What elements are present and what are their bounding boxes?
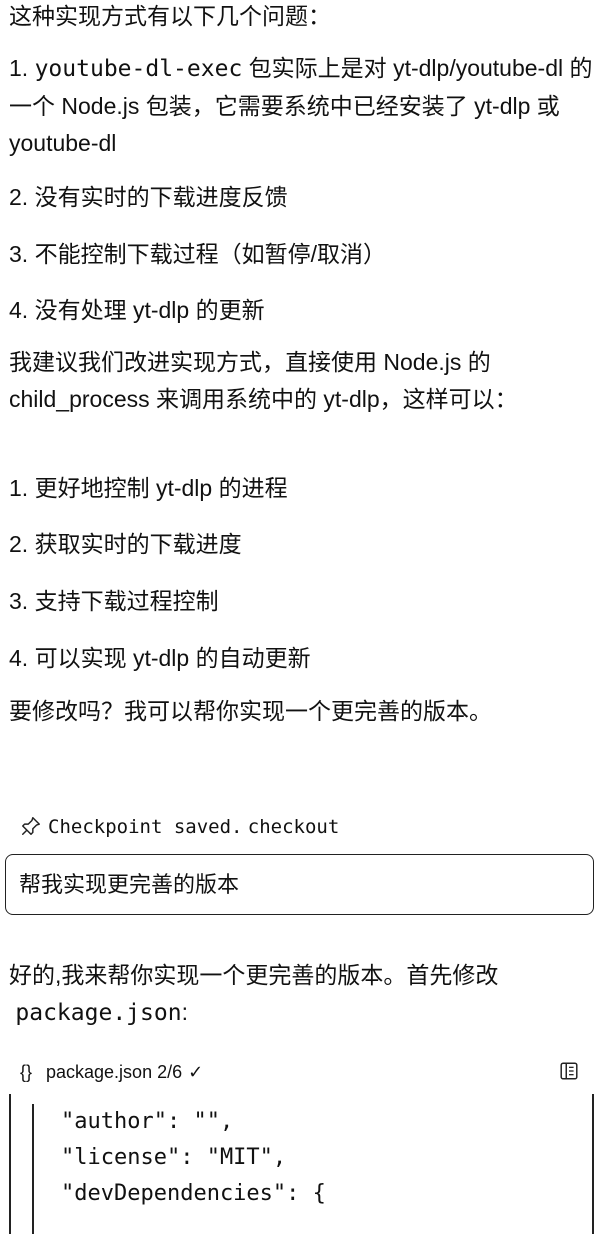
copy-icon[interactable] xyxy=(558,1060,580,1082)
problem-2: 2. 没有实时的下载进度反馈 xyxy=(9,184,288,210)
code-block: "author": "", "license": "MIT", "devDepe… xyxy=(9,1094,594,1234)
reply-colon: : xyxy=(181,999,188,1025)
code-block-header: {} package.json 2/6 ✓ xyxy=(20,1058,580,1086)
pin-icon xyxy=(22,817,40,835)
code-line: "author": "", xyxy=(61,1109,234,1134)
code-line: "license": "MIT", xyxy=(61,1145,287,1170)
package-name-code: youtube-dl-exec xyxy=(34,56,243,82)
suggestion-text: 我建议我们改进实现方式，直接使用 Node.js 的 child_process… xyxy=(9,349,518,412)
problem-1: 1. youtube-dl-exec 包实际上是对 yt-dlp/youtube… xyxy=(9,50,599,162)
code-progress: 2/6 xyxy=(157,1062,183,1082)
user-message-bubble[interactable]: 帮我实现更完善的版本 xyxy=(5,854,594,915)
problem-4: 4. 没有处理 yt-dlp 的更新 xyxy=(9,297,265,323)
intro-text: 这种实现方式有以下几个问题： xyxy=(9,3,331,29)
braces-icon: {} xyxy=(20,1062,33,1082)
checkout-link[interactable]: checkout xyxy=(248,816,340,838)
user-message-text: 帮我实现更完善的版本 xyxy=(19,872,240,897)
assistant-reply-2: 好的,我来帮你实现一个更完善的版本。首先修改 package.json: xyxy=(9,957,599,1032)
benefit-2: 2. 获取实时的下载进度 xyxy=(9,531,242,557)
problem-1-number: 1. xyxy=(9,55,29,81)
assistant-reply-2-text: 好的,我来帮你实现一个更完善的版本。首先修改 xyxy=(9,962,499,988)
check-icon: ✓ xyxy=(188,1062,204,1082)
code-line: "devDependencies": { xyxy=(61,1181,326,1206)
benefit-4: 4. 可以实现 yt-dlp 的自动更新 xyxy=(9,645,311,671)
benefit-3: 3. 支持下载过程控制 xyxy=(9,588,219,614)
problem-3: 3. 不能控制下载过程（如暂停/取消） xyxy=(9,241,386,267)
checkpoint-text: Checkpoint saved. xyxy=(48,816,243,838)
code-gutter xyxy=(32,1104,34,1234)
checkpoint-row: Checkpoint saved. checkout xyxy=(20,812,339,843)
code-filename: package.json xyxy=(46,1062,153,1082)
question-text: 要修改吗？我可以帮你实现一个更完善的版本。 xyxy=(9,698,492,724)
benefit-1: 1. 更好地控制 yt-dlp 的进程 xyxy=(9,475,288,501)
package-json-code: package.json xyxy=(15,1000,182,1026)
